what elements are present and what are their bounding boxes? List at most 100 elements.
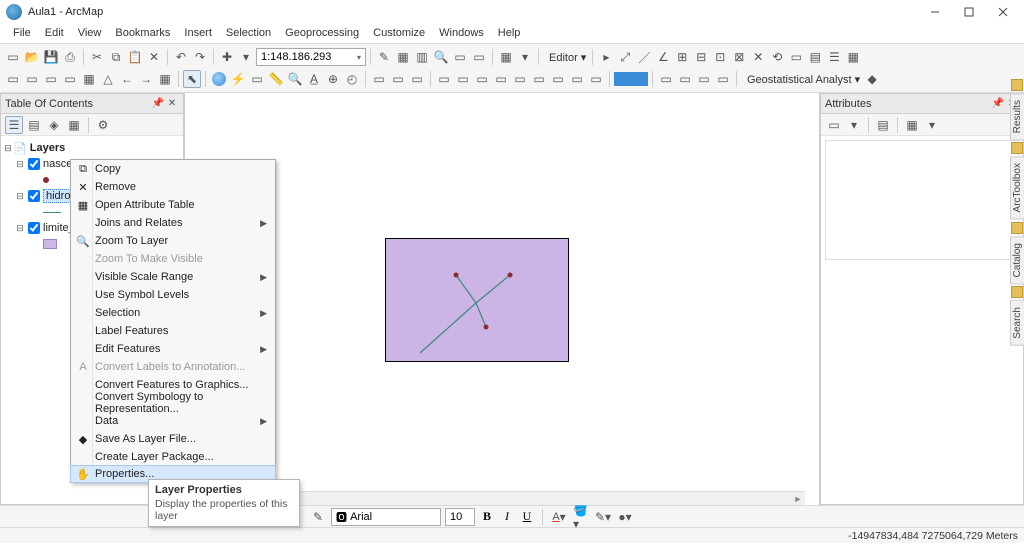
nav-tool-2[interactable]: ▭: [23, 70, 41, 88]
results-tab-icon[interactable]: [1011, 79, 1023, 91]
edit-tool-13[interactable]: ☰: [825, 48, 843, 66]
ctx-data[interactable]: Data▶: [71, 412, 275, 430]
sel-tool-3[interactable]: ▭: [473, 70, 491, 88]
underline-button[interactable]: U: [519, 509, 535, 524]
pin-icon[interactable]: 📌: [151, 98, 165, 109]
geostat-wizard-icon[interactable]: ◆: [863, 70, 881, 88]
python-window-icon[interactable]: ▭: [451, 48, 469, 66]
select-element-tool[interactable]: ⬉: [183, 70, 201, 88]
sel-tool-2[interactable]: ▭: [454, 70, 472, 88]
paste-button[interactable]: 📋: [126, 48, 144, 66]
edit-tool-1[interactable]: ▸: [597, 48, 615, 66]
time-slider-tool[interactable]: ◴: [343, 70, 361, 88]
hidrografia-symbol[interactable]: [43, 212, 61, 213]
nav-tool-8[interactable]: →: [137, 70, 155, 88]
arctoolbox-tab[interactable]: ArcToolbox: [1010, 156, 1024, 219]
new-doc-button[interactable]: ▭: [4, 48, 22, 66]
results-tab[interactable]: Results: [1010, 93, 1024, 140]
nav-tool-3[interactable]: ▭: [42, 70, 60, 88]
find-route-tool[interactable]: A̲: [305, 70, 323, 88]
measure-tool[interactable]: 📏: [267, 70, 285, 88]
print-button[interactable]: ⎙: [61, 48, 79, 66]
ctx-create-layer-package[interactable]: Create Layer Package...: [71, 448, 275, 466]
editor-toolbar-icon[interactable]: ✎: [375, 48, 393, 66]
extra-tool-3[interactable]: ▭: [695, 70, 713, 88]
extra-tool-2[interactable]: ▭: [676, 70, 694, 88]
catalog-icon[interactable]: ▥: [413, 48, 431, 66]
layer-limite-checkbox[interactable]: [28, 222, 40, 234]
save-button[interactable]: 💾: [42, 48, 60, 66]
search-tab[interactable]: Search: [1010, 300, 1024, 346]
sel-tool-4[interactable]: ▭: [492, 70, 510, 88]
search-window-icon[interactable]: 🔍: [432, 48, 450, 66]
ctx-label-features[interactable]: Label Features: [71, 322, 275, 340]
edit-tool-9[interactable]: ✕: [749, 48, 767, 66]
search-tab-icon[interactable]: [1011, 286, 1023, 298]
extra-tool-4[interactable]: ▭: [714, 70, 732, 88]
nav-tool-4[interactable]: ▭: [61, 70, 79, 88]
undo-button[interactable]: ↶: [172, 48, 190, 66]
fill-color-button[interactable]: 🪣▾: [572, 508, 590, 526]
nascentes-symbol[interactable]: [43, 177, 49, 183]
viewer-tool-2[interactable]: ▭: [389, 70, 407, 88]
menu-customize[interactable]: Customize: [366, 25, 432, 41]
layer-hidrografia-checkbox[interactable]: [28, 190, 40, 202]
attr-tool-1[interactable]: ▭: [825, 116, 843, 134]
scroll-right-icon[interactable]: ►: [791, 494, 805, 504]
nav-tool-9[interactable]: ▦: [156, 70, 174, 88]
viewer-tool-3[interactable]: ▭: [408, 70, 426, 88]
options-icon[interactable]: ⚙: [94, 116, 112, 134]
edit-tool-4[interactable]: ∠: [654, 48, 672, 66]
sel-tool-9[interactable]: ▭: [587, 70, 605, 88]
minimize-button[interactable]: [920, 2, 950, 22]
redo-button[interactable]: ↷: [191, 48, 209, 66]
edit-tool-7[interactable]: ⊡: [711, 48, 729, 66]
edit-tool-2[interactable]: ⤢: [616, 48, 634, 66]
html-popup-tool[interactable]: ▭: [248, 70, 266, 88]
menu-windows[interactable]: Windows: [432, 25, 491, 41]
attr-tool-5[interactable]: ▾: [923, 116, 941, 134]
menu-selection[interactable]: Selection: [219, 25, 278, 41]
attr-tool-3[interactable]: ▤: [874, 116, 892, 134]
list-by-visibility-icon[interactable]: ◈: [45, 116, 63, 134]
marker-color-button[interactable]: ●▾: [616, 508, 634, 526]
ctx-open-attribute-table[interactable]: ▦Open Attribute Table: [71, 196, 275, 214]
arctoolbox-tab-icon[interactable]: [1011, 142, 1023, 154]
ctx-convert-symbology[interactable]: Convert Symbology to Representation...: [71, 394, 275, 412]
layers-root[interactable]: Layers: [30, 142, 65, 154]
ctx-remove[interactable]: ✕Remove: [71, 178, 275, 196]
ctx-save-layer-file[interactable]: ◆Save As Layer File...: [71, 430, 275, 448]
edit-tool-12[interactable]: ▤: [806, 48, 824, 66]
menu-help[interactable]: Help: [491, 25, 528, 41]
add-data-button[interactable]: ✚: [218, 48, 236, 66]
list-by-drawing-order-icon[interactable]: ☰: [5, 116, 23, 134]
attributes-pin-icon[interactable]: 📌: [991, 98, 1005, 109]
hyperlink-tool[interactable]: ⚡: [229, 70, 247, 88]
toolbox-icon[interactable]: ▦: [394, 48, 412, 66]
open-button[interactable]: 📂: [23, 48, 41, 66]
close-icon[interactable]: ✕: [165, 98, 179, 109]
edit-tool-6[interactable]: ⊟: [692, 48, 710, 66]
maximize-button[interactable]: [954, 2, 984, 22]
edit-vertices-tool[interactable]: ✎: [309, 508, 327, 526]
edit-tool-3[interactable]: ／: [635, 48, 653, 66]
attr-tool-4[interactable]: ▦: [903, 116, 921, 134]
ctx-zoom-to-layer[interactable]: 🔍Zoom To Layer: [71, 232, 275, 250]
menu-file[interactable]: File: [6, 25, 38, 41]
geostat-label[interactable]: Geostatistical Analyst ▾: [741, 73, 862, 86]
close-button[interactable]: [988, 2, 1018, 22]
model-builder-icon[interactable]: ▭: [470, 48, 488, 66]
nav-tool-7[interactable]: ←: [118, 70, 136, 88]
layout-button[interactable]: ▦: [497, 48, 515, 66]
ctx-copy[interactable]: ⧉Copy: [71, 160, 275, 178]
menu-geoprocessing[interactable]: Geoprocessing: [278, 25, 366, 41]
edit-tool-5[interactable]: ⊞: [673, 48, 691, 66]
italic-button[interactable]: I: [499, 509, 515, 524]
add-data-dropdown[interactable]: ▾: [237, 48, 255, 66]
sel-tool-6[interactable]: ▭: [530, 70, 548, 88]
font-color-button[interactable]: A▾: [550, 508, 568, 526]
sel-tool-1[interactable]: ▭: [435, 70, 453, 88]
nav-tool-6[interactable]: △: [99, 70, 117, 88]
sel-tool-7[interactable]: ▭: [549, 70, 567, 88]
map-canvas[interactable]: ◄ ►: [184, 93, 820, 505]
